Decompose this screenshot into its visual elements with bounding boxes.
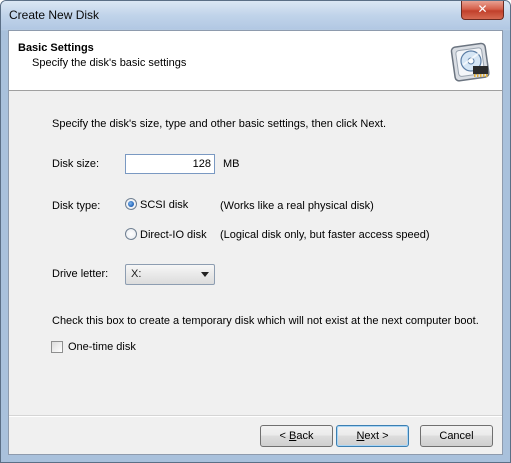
chevron-down-icon	[201, 272, 209, 277]
intro-text: Specify the disk's size, type and other …	[52, 118, 387, 130]
drive-letter-dropdown[interactable]: X:	[125, 264, 215, 285]
footer-divider	[9, 415, 502, 417]
one-time-disk-label[interactable]: One-time disk	[68, 341, 136, 353]
back-button-rest: ack	[296, 430, 314, 442]
one-time-disk-checkbox[interactable]	[51, 341, 63, 353]
title-bar[interactable]: Create New Disk ✕	[1, 1, 510, 29]
next-button-rest: ext >	[364, 430, 389, 442]
wizard-header: Basic Settings Specify the disk's basic …	[9, 31, 502, 91]
dialog-client-area: Basic Settings Specify the disk's basic …	[8, 30, 503, 455]
drive-letter-value: X:	[131, 268, 142, 280]
close-button[interactable]: ✕	[461, 1, 504, 20]
close-icon: ✕	[477, 2, 488, 16]
scsi-disk-radio[interactable]	[125, 198, 137, 210]
cancel-button[interactable]: Cancel	[420, 425, 493, 447]
disk-size-label: Disk size:	[52, 158, 100, 170]
direct-io-disk-description: (Logical disk only, but faster access sp…	[220, 229, 430, 241]
disk-cd-chip-icon	[450, 42, 490, 82]
direct-io-disk-radio-label[interactable]: Direct-IO disk	[140, 229, 207, 241]
header-subtitle: Specify the disk's basic settings	[32, 57, 187, 69]
window-title: Create New Disk	[9, 8, 100, 22]
dialog-window: Create New Disk ✕ Basic Settings Specify…	[0, 0, 511, 463]
disk-size-unit: MB	[223, 158, 240, 170]
next-button[interactable]: Next >	[336, 425, 409, 447]
scsi-disk-description: (Works like a real physical disk)	[220, 200, 374, 212]
scsi-disk-radio-label[interactable]: SCSI disk	[140, 199, 188, 211]
back-button[interactable]: < Back	[260, 425, 333, 447]
temp-disk-description: Check this box to create a temporary dis…	[52, 315, 479, 327]
drive-letter-label: Drive letter:	[52, 268, 109, 280]
direct-io-disk-radio[interactable]	[125, 228, 137, 240]
header-title: Basic Settings	[18, 42, 94, 54]
disk-type-label: Disk type:	[52, 200, 101, 212]
disk-size-input[interactable]	[125, 154, 215, 174]
back-button-prefix: <	[279, 430, 289, 442]
cancel-button-label: Cancel	[439, 430, 474, 442]
